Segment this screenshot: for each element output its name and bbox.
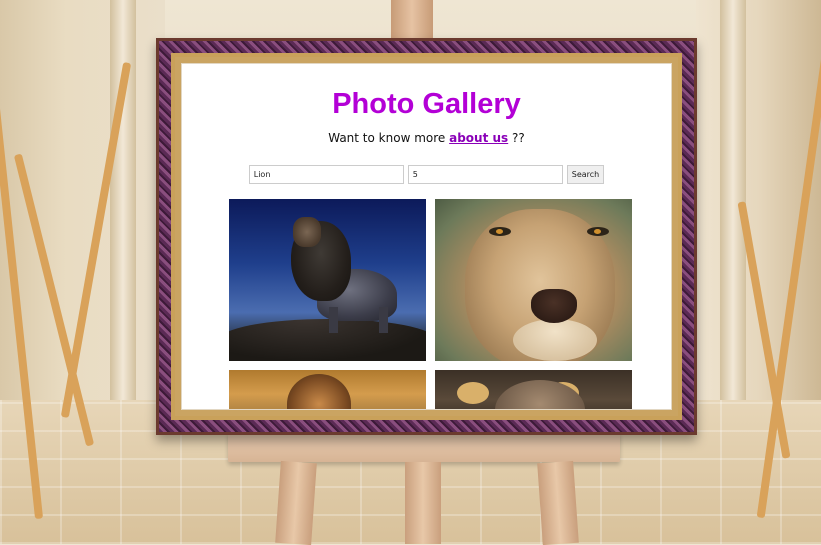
photo-lion-leg xyxy=(329,307,338,333)
photo-lion-leg xyxy=(379,307,388,333)
photo-cub-ear xyxy=(457,382,489,404)
easel-leg-left xyxy=(275,460,317,545)
background-pillar xyxy=(110,0,136,400)
easel-leg-center xyxy=(405,462,441,544)
about-us-link[interactable]: about us xyxy=(449,131,508,145)
photo-lion-eye xyxy=(587,227,609,236)
page-title: Photo Gallery xyxy=(332,88,521,120)
photo-lion-muzzle xyxy=(513,319,597,361)
search-bar: Search xyxy=(182,165,671,184)
photo-lion-roaring[interactable] xyxy=(229,199,426,361)
photo-lion-cub[interactable] xyxy=(435,370,632,409)
search-query-input[interactable] xyxy=(248,165,404,184)
photo-lion-nose xyxy=(531,289,577,323)
frame-canvas: Photo Gallery Want to know more about us… xyxy=(181,63,672,410)
easel-leg-right xyxy=(537,460,579,545)
photo-lion-head xyxy=(293,217,321,247)
picture-frame: Photo Gallery Want to know more about us… xyxy=(156,38,697,435)
photo-lion-closeup[interactable] xyxy=(435,199,632,361)
gallery-page: Photo Gallery Want to know more about us… xyxy=(182,64,671,409)
photo-lion-lying[interactable] xyxy=(229,370,426,409)
photo-lion-figure xyxy=(287,374,351,409)
subtitle-prefix: Want to know more xyxy=(328,131,450,145)
photo-grid xyxy=(229,199,632,409)
easel-shelf xyxy=(228,432,620,462)
result-count-input[interactable] xyxy=(407,165,563,184)
frame-gold-border: Photo Gallery Want to know more about us… xyxy=(171,53,682,420)
subtitle: Want to know more about us ?? xyxy=(182,131,671,145)
photo-rock xyxy=(229,319,426,361)
subtitle-suffix: ?? xyxy=(508,131,525,145)
search-button[interactable]: Search xyxy=(566,165,605,184)
background-pillar xyxy=(720,0,746,400)
photo-lion-eye xyxy=(489,227,511,236)
